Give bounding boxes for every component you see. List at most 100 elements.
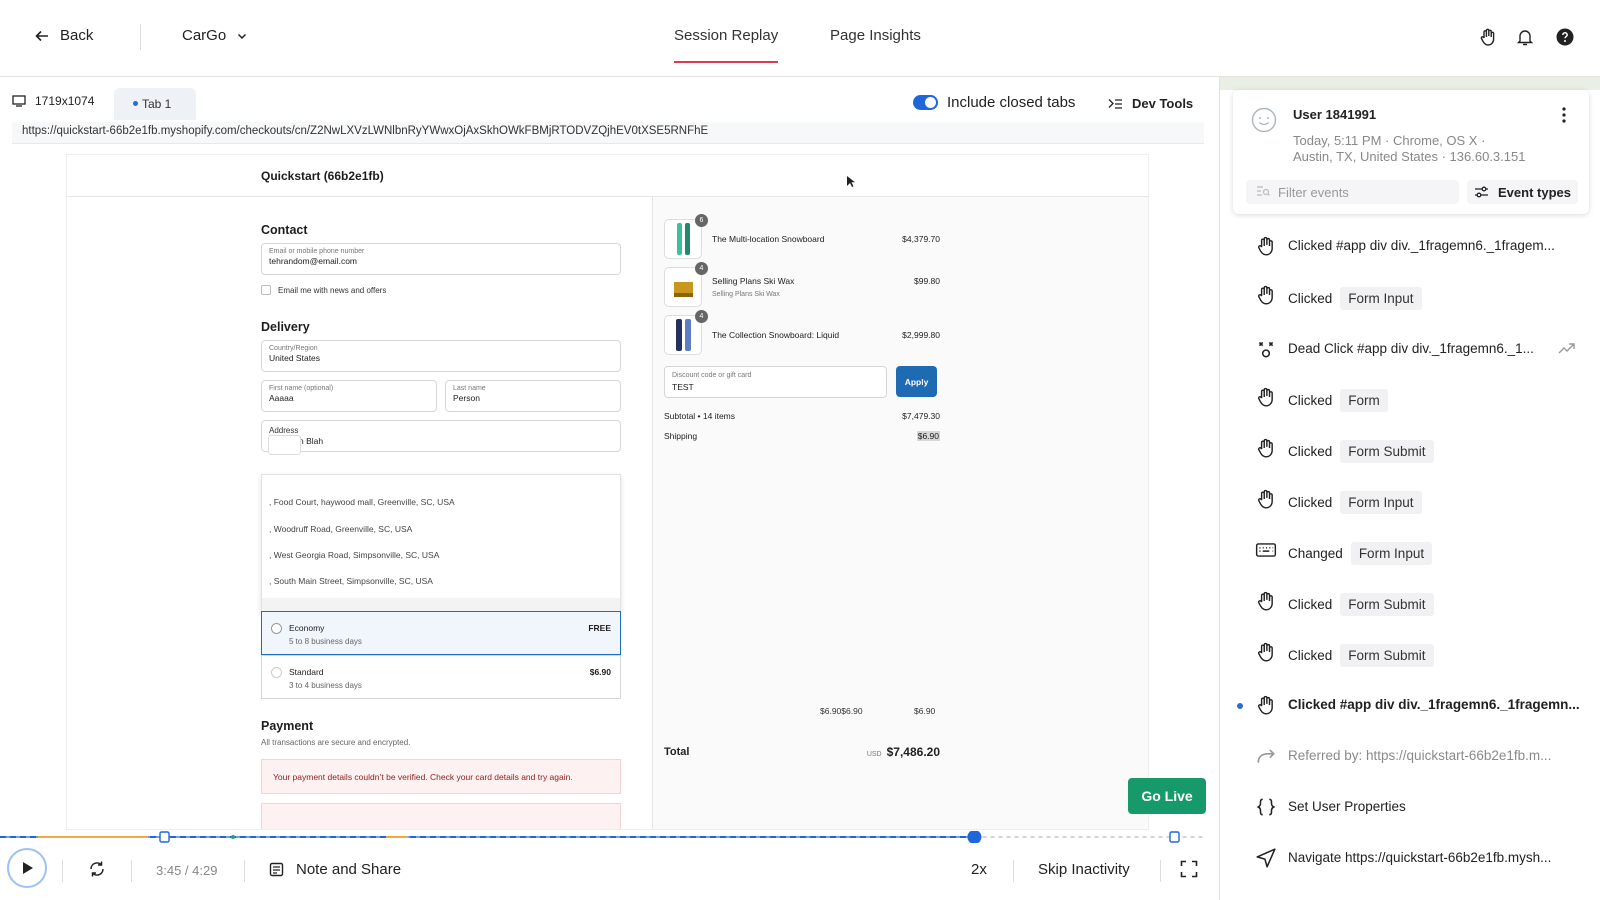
address-suggestion[interactable]: , Food Court, haywood mall, Greenville, … [269,497,455,507]
referrer-icon [1255,745,1277,767]
event-row[interactable]: Clicked Form [1220,378,1600,418]
tab-page-insights[interactable]: Page Insights [830,27,921,44]
event-tag: Form [1340,389,1388,412]
timeline-scrubber[interactable] [967,830,982,844]
news-checkbox[interactable] [261,285,271,295]
event-row[interactable]: Navigate https://quickstart-66b2e1fb.mys… [1220,839,1600,879]
product-name: The Multi-location Snowboard [712,234,825,244]
time-display: 3:45 / 4:29 [156,863,218,878]
click-icon [1255,437,1277,459]
trend-icon[interactable] [1558,341,1576,360]
event-row[interactable]: Clicked Form Submit [1220,633,1600,673]
email-field[interactable]: Email or mobile phone number tehrandom@e… [261,243,621,275]
divider [1160,860,1161,882]
click-icon [1255,284,1277,306]
event-row[interactable]: Set User Properties [1220,788,1600,828]
shipping-label: Shipping [664,431,698,441]
app-switcher[interactable]: CarGo [182,27,248,44]
map-strip [1220,77,1600,90]
events-sidebar: User 1841991 Today, 5:11 PM · Chrome, OS… [1219,77,1600,900]
event-text: Changed [1288,546,1343,561]
click-icon [1255,694,1277,716]
column-divider [652,197,653,829]
skip-inactivity-button[interactable]: Skip Inactivity [1038,861,1130,878]
bell-icon[interactable] [1515,27,1535,47]
product-row: 4 The Collection Snowboard: Liquid $2,99… [664,310,940,355]
country-select[interactable]: Country/Region United States [261,340,621,372]
replay-page: Quickstart (66b2e1fb) Contact Email or m… [66,154,1149,830]
event-row[interactable]: Clicked Form Input [1220,480,1600,520]
shipping-option-economy[interactable]: Economy 5 to 8 business days FREE [261,611,621,655]
play-icon [19,860,35,876]
discount-field[interactable]: Discount code or gift card TEST [664,366,887,398]
shipping-amount: $6.90 [914,706,936,716]
event-types-button[interactable]: Event types [1467,180,1578,204]
first-name-value: Aaaaa [269,393,294,403]
shipping-price: $6.90 [589,667,611,677]
first-name-field[interactable]: First name (optional) Aaaaa [261,380,437,412]
help-icon[interactable] [1555,27,1575,47]
dead-click-icon [1255,338,1277,360]
product-price: $99.80 [914,276,940,286]
include-closed-tabs-toggle[interactable] [913,95,938,110]
event-row[interactable]: Clicked Form Input [1220,276,1600,316]
browser-tab-label: Tab 1 [142,97,172,111]
apply-button[interactable]: Apply [896,366,937,397]
event-row[interactable]: Changed Form Input [1220,531,1600,571]
address-suggestion[interactable]: , South Main Street, Simpsonville, SC, U… [269,576,433,586]
event-row[interactable]: Clicked #app div div._1fragemn6._1fragem… [1220,227,1600,267]
filter-events-input[interactable]: Filter events [1246,180,1459,204]
replay-icon[interactable] [88,860,106,878]
address-suggestion[interactable]: , West Georgia Road, Simpsonville, SC, U… [269,550,439,560]
header-divider [140,24,141,50]
browser-tab[interactable]: Tab 1 [114,88,196,120]
quantity-badge: 4 [695,262,708,275]
address-suggestion[interactable]: , Woodruff Road, Greenville, SC, USA [269,524,412,534]
tab-session-replay[interactable]: Session Replay [674,27,779,63]
event-row[interactable]: Dead Click #app div div._1fragemn6._1... [1220,330,1600,370]
address-field[interactable]: Address n Blah [261,420,621,455]
fullscreen-icon[interactable] [1180,860,1198,878]
product-price: $4,379.70 [902,234,940,244]
event-text: Clicked [1288,597,1333,612]
email-value: tehrandom@email.com [269,256,357,266]
event-row[interactable]: Referred by: https://quickstart-66b2e1fb… [1220,737,1600,777]
last-name-field[interactable]: Last name Person [445,380,621,412]
go-live-button[interactable]: Go Live [1128,778,1206,814]
speed-button[interactable]: 2x [971,861,987,878]
shipping-name: Standard [289,667,324,677]
payment-subtext: All transactions are secure and encrypte… [261,738,411,747]
product-price: $2,999.80 [902,330,940,340]
event-text: Clicked [1288,291,1333,306]
dev-tools-button[interactable]: Dev Tools [1108,96,1193,111]
event-row[interactable]: Clicked #app div div._1fragemn6._1fragem… [1220,686,1600,726]
shipping-price: FREE [588,623,611,633]
event-text: Clicked [1288,393,1333,408]
event-row[interactable]: Clicked Form Submit [1220,582,1600,622]
keyboard-icon [1255,539,1277,561]
note-and-share-button[interactable]: Note and Share [269,861,401,878]
timeline-page-marker [159,831,170,843]
event-row[interactable]: Clicked Form Submit [1220,429,1600,469]
user-card: User 1841991 Today, 5:11 PM · Chrome, OS… [1233,90,1589,214]
total-value: $7,486.20 [886,745,940,759]
shipping-option-standard[interactable]: Standard 3 to 4 business days $6.90 [261,655,621,699]
first-name-label: First name (optional) [269,385,334,392]
more-options-icon[interactable] [1561,107,1567,123]
resolution-text: 1719x1074 [35,94,95,108]
filter-search-icon [1256,185,1270,198]
user-meta-line2: Austin, TX, United States · 136.60.3.151 [1293,149,1526,164]
address-suggestions: , Food Court, haywood mall, Greenville, … [261,474,621,614]
play-button[interactable] [7,848,47,888]
product-row: 4 Selling Plans Ski Wax Selling Plans Sk… [664,262,940,307]
dev-tools-icon [1108,98,1123,110]
total-label: Total [664,746,690,758]
timeline[interactable] [0,830,1219,844]
event-tag: Form Input [1350,542,1433,565]
shipping-name: Economy [289,623,325,633]
checkout-header: Quickstart (66b2e1fb) [67,155,1148,197]
back-button[interactable]: Back [34,27,93,44]
hand-icon[interactable] [1478,27,1498,47]
arrow-left-icon [34,28,50,44]
timeline-track [0,830,1203,844]
